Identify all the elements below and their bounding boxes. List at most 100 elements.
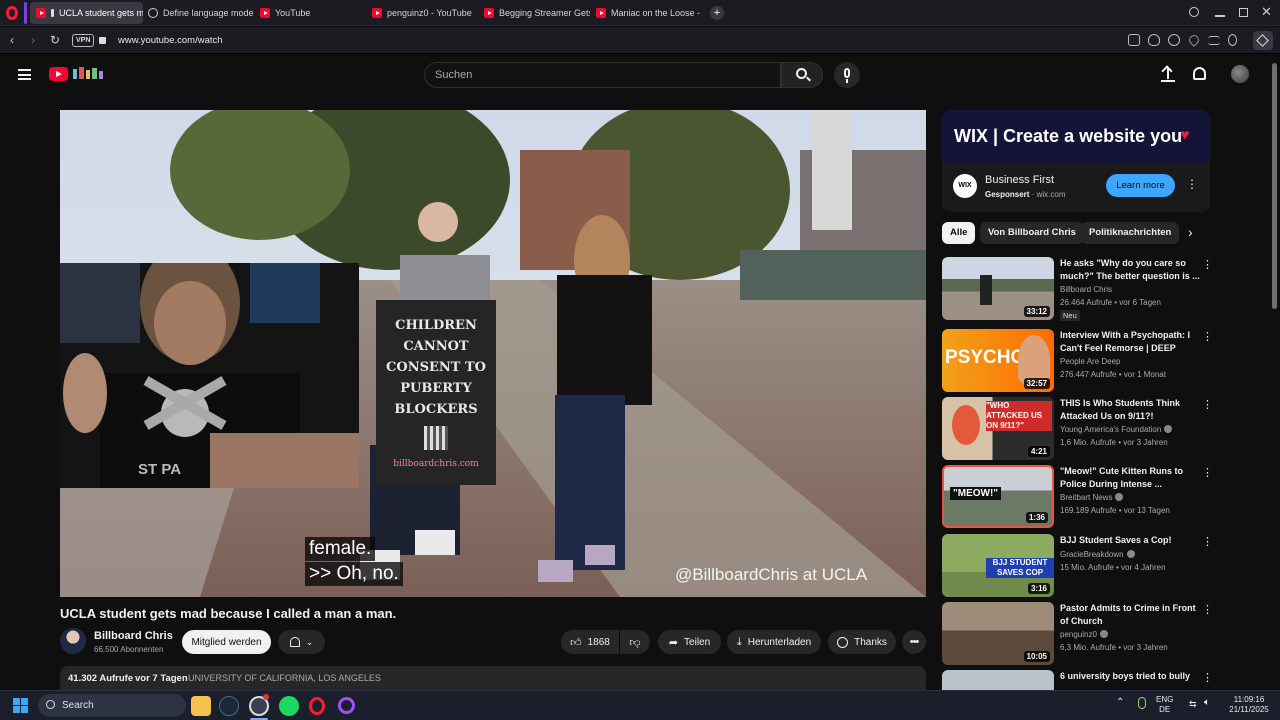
download-button[interactable]: ⤓ Herunterladen (727, 630, 821, 654)
close-window-icon[interactable]: ✕ (1261, 4, 1272, 20)
vpn-badge[interactable]: VPN (72, 34, 95, 47)
minimize-icon[interactable] (1215, 15, 1225, 17)
language-indicator[interactable]: ENG DE (1156, 695, 1173, 715)
video-thumbnail[interactable]: "MEOW!" 1:36 (942, 465, 1054, 528)
new-tab-plus-icon[interactable]: + (710, 6, 724, 20)
doodle-logo[interactable] (71, 65, 105, 81)
video-thumbnail[interactable] (942, 670, 1054, 690)
speaker-icon[interactable] (51, 9, 54, 17)
extensions-icon[interactable] (1253, 31, 1273, 50)
recommendation-item[interactable]: 6 university boys tried to bully ⋮ (942, 670, 1214, 690)
learn-more-button[interactable]: Learn more (1106, 174, 1175, 197)
recommendation-channel[interactable]: Breitbart News (1060, 493, 1124, 502)
shield-icon[interactable] (1148, 34, 1160, 46)
opera-logo-icon[interactable] (6, 6, 18, 20)
thanks-button[interactable]: Thanks (828, 630, 896, 654)
channel-name[interactable]: Billboard Chris (94, 630, 173, 642)
share-button[interactable]: ➦ Teilen (658, 630, 721, 654)
search-tabs-icon[interactable] (1189, 7, 1199, 17)
notification-bell-button[interactable]: ⌄ (278, 630, 325, 654)
profile-icon[interactable] (1228, 34, 1237, 46)
recommendation-title[interactable]: "Meow!" Cute Kitten Runs to Police Durin… (1060, 465, 1200, 490)
recommendation-item[interactable]: 10:05 Pastor Admits to Crime in Front of… (942, 602, 1214, 666)
recommendation-title[interactable]: 6 university boys tried to bully (1060, 670, 1200, 683)
recommendation-item[interactable]: 33:12 He asks "Why do you care so much?"… (942, 257, 1214, 321)
more-vert-icon[interactable]: ⋮ (1202, 399, 1213, 411)
avatar[interactable] (1231, 65, 1249, 83)
microphone-icon[interactable] (1138, 697, 1146, 709)
more-vert-icon[interactable]: ⋮ (1202, 331, 1213, 343)
volume-icon[interactable]: 🔈︎ (1204, 698, 1210, 708)
more-vert-icon[interactable]: ⋮ (1202, 467, 1213, 479)
recommendation-title[interactable]: THIS Is Who Students Think Attacked Us o… (1060, 397, 1200, 422)
tab-begging-streamer[interactable]: Begging Streamer Gets Ca (478, 2, 590, 24)
chip-from-channel[interactable]: Von Billboard Chris (980, 222, 1084, 244)
reload-icon[interactable]: ↻ (48, 33, 62, 47)
windows-start-icon[interactable] (13, 698, 29, 714)
recommendation-item[interactable]: "MEOW!" 1:36 "Meow!" Cute Kitten Runs to… (942, 465, 1214, 529)
page-scrollbar[interactable] (1270, 55, 1280, 690)
steam-icon[interactable] (219, 696, 239, 716)
sponsored-ad[interactable]: WIX | Create a website you ♥ WIX Busines… (942, 110, 1210, 212)
search-input[interactable]: Suchen (424, 62, 781, 88)
opera-gx-icon[interactable] (338, 697, 355, 714)
taskbar-search-box[interactable]: Search (38, 694, 186, 717)
ad-more-kebab-icon[interactable]: ⋮ (1186, 177, 1198, 191)
recommendation-title[interactable]: He asks "Why do you care so much?" The b… (1060, 257, 1200, 282)
download-icon[interactable] (1168, 34, 1180, 46)
heart-icon[interactable] (1187, 33, 1201, 47)
chip-all[interactable]: Alle (942, 222, 976, 244)
video-thumbnail[interactable]: PSYCHO 32:57 (942, 329, 1054, 392)
video-thumbnail[interactable]: BJJ STUDENT SAVES COP 3:16 (942, 534, 1054, 597)
tab-penguinz0[interactable]: penguinz0 - YouTube (366, 2, 478, 24)
chevron-up-icon[interactable]: ⌃ (1116, 698, 1124, 708)
camera-icon[interactable] (1128, 34, 1140, 46)
opera-icon[interactable] (309, 697, 325, 715)
join-button[interactable]: Mitglied werden (182, 630, 271, 654)
tab-maniac-on-the-loose[interactable]: Maniac on the Loose - Yo (590, 2, 702, 24)
recommendation-channel[interactable]: Young America's Foundation (1060, 425, 1173, 434)
recommendation-channel[interactable]: penguinz0 (1060, 630, 1108, 639)
file-explorer-icon[interactable] (191, 696, 211, 716)
chip-political-news[interactable]: Politiknachrichten (1081, 222, 1180, 244)
upload-icon[interactable] (1160, 65, 1176, 82)
recommendation-item[interactable]: BJJ STUDENT SAVES COP 3:16 BJJ Student S… (942, 534, 1214, 598)
description-box[interactable]: 41.302 Aufrufe vor 7 Tagen UNIVERSITY OF… (60, 666, 926, 690)
video-thumbnail[interactable]: 33:12 (942, 257, 1054, 320)
voice-search-mic-icon[interactable] (834, 62, 860, 88)
scrollbar-thumb[interactable] (1272, 63, 1277, 309)
tab-define-language-model[interactable]: Define language model (142, 2, 254, 24)
location-link[interactable]: UNIVERSITY OF CALIFORNIA, LOS ANGELES (188, 673, 381, 683)
recommendation-channel[interactable]: People Are Deep (1060, 357, 1121, 366)
video-player[interactable]: CHILDREN CANNOT CONSENT TO PUBERTY BLOCK… (60, 110, 926, 597)
search-button[interactable] (781, 62, 823, 88)
more-actions-button[interactable]: ••• (902, 630, 926, 654)
network-icon[interactable]: ⇆ (1189, 699, 1197, 709)
hamburger-menu-icon[interactable] (18, 69, 31, 80)
recommendation-channel[interactable]: GracieBreakdown (1060, 550, 1135, 559)
recommendation-item[interactable]: PSYCHO 32:57 Interview With a Psychopath… (942, 329, 1214, 393)
url-field[interactable]: www.youtube.com/watch (118, 35, 223, 46)
video-thumbnail[interactable]: "WHO ATTACKED US ON 9/11?" 4:21 (942, 397, 1054, 460)
ad-banner[interactable]: WIX | Create a website you ♥ (942, 110, 1210, 164)
video-thumbnail[interactable]: 10:05 (942, 602, 1054, 665)
more-vert-icon[interactable]: ⋮ (1202, 672, 1213, 684)
like-button[interactable]: 👍︎ 1868 (561, 630, 619, 654)
recommendation-item[interactable]: "WHO ATTACKED US ON 9/11?" 4:21 THIS Is … (942, 397, 1214, 461)
back-icon[interactable]: ‹ (5, 33, 19, 47)
notifications-bell-icon[interactable] (1193, 67, 1206, 80)
more-vert-icon[interactable]: ⋮ (1202, 604, 1213, 616)
menu-icon[interactable] (1208, 36, 1220, 45)
spotify-icon[interactable] (279, 696, 299, 716)
youtube-logo-icon[interactable] (49, 67, 68, 81)
restore-icon[interactable] (1239, 8, 1248, 17)
recommendation-title[interactable]: Pastor Admits to Crime in Front of Churc… (1060, 602, 1200, 627)
tab-youtube[interactable]: YouTube (254, 2, 366, 24)
chevron-right-icon[interactable]: › (1188, 224, 1193, 240)
recommendation-title[interactable]: Interview With a Psychopath: I Can't Fee… (1060, 329, 1200, 354)
more-vert-icon[interactable]: ⋮ (1202, 259, 1213, 271)
forward-icon[interactable]: › (26, 33, 40, 47)
more-vert-icon[interactable]: ⋮ (1202, 536, 1213, 548)
recommendation-title[interactable]: BJJ Student Saves a Cop! (1060, 534, 1200, 547)
clock[interactable]: 11:09:16 21/11/2025 (1224, 695, 1274, 715)
